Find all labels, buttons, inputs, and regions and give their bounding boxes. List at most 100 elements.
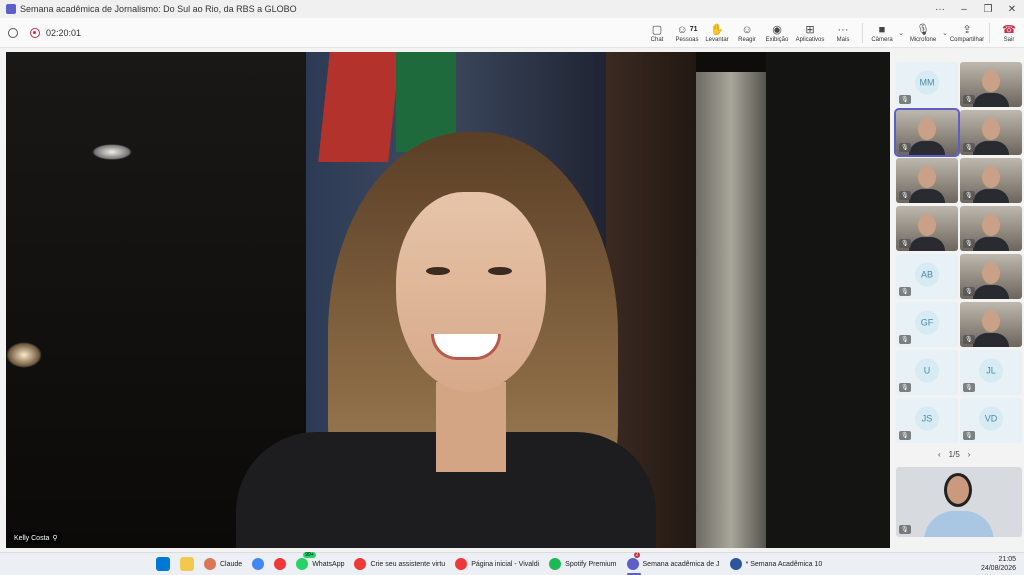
participant-tile[interactable]: 🎙 xyxy=(894,108,960,157)
participant-tile[interactable]: 🎙 xyxy=(960,206,1022,251)
share-button[interactable]: ⇪ Compartilhar xyxy=(949,18,985,48)
speaker-name-tag: Kelly Costa ⚲ xyxy=(10,532,62,544)
participant-tile[interactable]: GF 🎙 xyxy=(896,302,958,347)
taskbar-item[interactable]: Claude xyxy=(204,558,242,570)
mic-off-icon: 🎙 xyxy=(963,95,975,104)
participant-shoulders xyxy=(973,189,1009,203)
participant-shoulders xyxy=(973,237,1009,251)
apps-button[interactable]: ⊞ Aplicativos xyxy=(792,18,828,48)
main-video[interactable]: Kelly Costa ⚲ xyxy=(6,52,890,548)
add-app-icon: ⊞ xyxy=(805,24,815,36)
participant-initials: AB xyxy=(915,262,939,287)
people-button[interactable]: ☺ 71 Pessoas xyxy=(672,18,702,48)
mic-off-icon: 🎙 xyxy=(899,431,911,440)
speaker-eye xyxy=(426,267,450,275)
close-button[interactable]: ✕ xyxy=(1000,4,1024,15)
ceiling-lamp xyxy=(92,144,132,160)
flag-decoration xyxy=(318,52,400,162)
app-icon xyxy=(455,558,468,570)
speaker-name: Kelly Costa xyxy=(14,534,50,542)
participant-initials: MM xyxy=(915,70,939,95)
teams-icon xyxy=(6,4,16,14)
mic-options-chevron-icon[interactable]: ⌄ xyxy=(941,29,949,37)
participant-tile[interactable]: 🎙 xyxy=(960,254,1022,299)
taskbar-item[interactable] xyxy=(252,558,265,570)
taskbar-item[interactable]: Crie seu assistente virtu xyxy=(354,558,445,570)
pin-icon: ⚲ xyxy=(52,535,58,542)
participant-tile[interactable]: 🎙 xyxy=(960,62,1022,107)
participant-tile[interactable]: 🎙 xyxy=(960,302,1022,347)
chat-button[interactable]: ▢ Chat xyxy=(642,18,672,48)
participant-tile[interactable]: JL 🎙 xyxy=(960,350,1022,395)
mic-off-icon: 🎙 xyxy=(899,95,911,104)
camera-icon: ■ xyxy=(878,24,886,36)
shield-icon xyxy=(8,27,18,38)
microphone-button[interactable]: 🎙 Microfone xyxy=(905,18,941,48)
mic-off-icon: 🎙 xyxy=(963,287,975,296)
participant-tile[interactable]: JS 🎙 xyxy=(896,398,958,443)
taskbar-item[interactable]: Spotify Premium xyxy=(549,558,617,570)
participant-head xyxy=(918,166,936,188)
taskbar-item[interactable]: 2 Semana acadêmica de J xyxy=(626,552,720,575)
app-icon xyxy=(252,558,265,570)
more-options-icon[interactable]: ··· xyxy=(928,4,952,15)
participant-shoulders xyxy=(973,285,1009,299)
mic-off-icon: 🎙 xyxy=(899,525,911,534)
leave-button[interactable]: ☎ Sair xyxy=(994,18,1024,48)
participant-tile[interactable]: AB 🎙 xyxy=(896,254,958,299)
file-explorer-icon[interactable] xyxy=(180,557,194,571)
react-button[interactable]: ☺ Reagir xyxy=(732,18,762,48)
participant-head xyxy=(982,166,1000,188)
self-view-video[interactable]: 🎙 xyxy=(896,467,1022,537)
recording-icon xyxy=(30,27,40,38)
mic-off-icon: 🎙 xyxy=(963,383,975,392)
more-button[interactable]: ··· Mais xyxy=(828,18,858,48)
participant-head xyxy=(982,70,1000,92)
mic-off-icon: 🎙 xyxy=(899,287,911,296)
taskbar-item[interactable] xyxy=(274,558,287,570)
participant-tile[interactable]: U 🎙 xyxy=(896,350,958,395)
participant-tile[interactable]: VD 🎙 xyxy=(960,398,1022,443)
notification-badge: 99+ xyxy=(303,552,316,558)
participant-initials: JL xyxy=(979,358,1003,383)
title-bar: Semana acadêmica de Jornalismo: Do Sul a… xyxy=(0,0,1024,18)
mic-off-icon: 🎙 xyxy=(899,335,911,344)
self-shoulders xyxy=(924,511,994,537)
maximize-button[interactable]: ❐ xyxy=(976,4,1000,15)
participant-shoulders xyxy=(973,333,1009,347)
participant-tile[interactable]: 🎙 xyxy=(960,158,1022,203)
view-button[interactable]: ◉ Exibição xyxy=(762,18,792,48)
taskbar-item[interactable]: 99+ WhatsApp xyxy=(296,552,344,570)
people-icon: ☺ xyxy=(676,24,688,36)
participant-tile[interactable]: 🎙 xyxy=(960,110,1022,155)
windows-taskbar: Claude 99+ WhatsApp Crie seu assistente vir… xyxy=(0,552,1024,575)
minimize-button[interactable]: – xyxy=(952,4,976,15)
taskbar-item-label: Spotify Premium xyxy=(565,560,617,568)
taskbar-item[interactable]: * Semana Acadêmica 10 xyxy=(729,558,822,570)
toolbar-divider xyxy=(989,23,990,43)
start-button[interactable] xyxy=(156,557,170,571)
camera-options-chevron-icon[interactable]: ⌄ xyxy=(897,29,905,37)
taskbar-item[interactable]: Página inicial - Vivaldi xyxy=(455,558,539,570)
mic-off-icon: 🎙 xyxy=(963,191,975,200)
chevron-left-icon[interactable]: ‹ xyxy=(938,450,941,459)
app-icon xyxy=(729,558,742,570)
participant-tile[interactable]: 🎙 xyxy=(896,158,958,203)
smile-icon: ☺ xyxy=(741,24,753,36)
mic-off-icon: 🎙 xyxy=(963,239,975,248)
participant-tile[interactable]: MM 🎙 xyxy=(896,62,958,107)
participant-head xyxy=(982,262,1000,284)
participant-head xyxy=(982,214,1000,236)
chat-icon: ▢ xyxy=(651,24,663,36)
chevron-right-icon[interactable]: › xyxy=(968,450,971,459)
mic-off-icon: 🎙 xyxy=(963,431,975,440)
raise-hand-button[interactable]: ✋ Levantar xyxy=(702,18,732,48)
hang-up-icon: ☎ xyxy=(1002,24,1016,36)
participant-initials: GF xyxy=(915,310,939,335)
mic-off-icon: 🎙 xyxy=(899,143,911,152)
share-icon: ⇪ xyxy=(962,24,972,36)
camera-button[interactable]: ■ Câmera xyxy=(867,18,897,48)
participant-tile[interactable]: 🎙 xyxy=(896,206,958,251)
system-clock[interactable]: 21:05 24/08/2026 xyxy=(981,555,1016,573)
page-indicator: 1/5 xyxy=(948,450,960,459)
